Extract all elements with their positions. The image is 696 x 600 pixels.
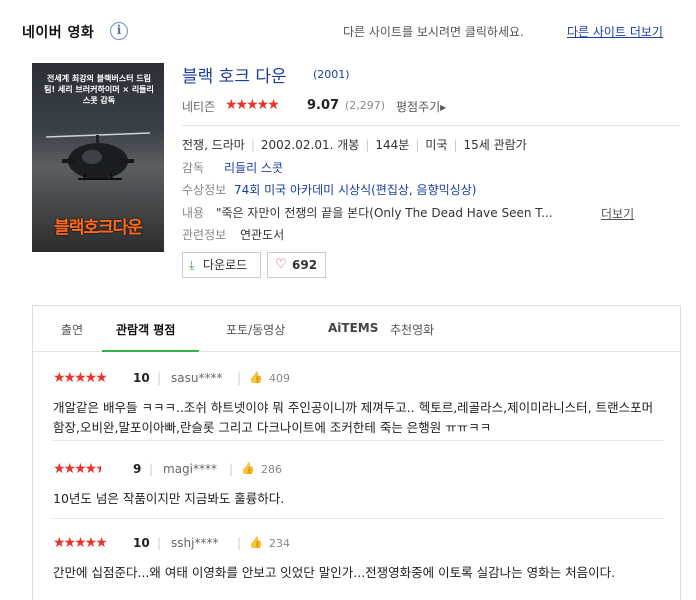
- review-text: 개알같은 배우들 ㅋㅋㅋ..조쉬 하트넷이야 뭐 주인공이니까 제껴두고.. 헥…: [53, 400, 654, 435]
- poster-title: 블랙호크다운: [54, 218, 143, 238]
- like-count: 692: [292, 258, 318, 272]
- netizen-rating-row: 네티즌 ★★★★★ 9.07 (2,297) 평점주기▸: [182, 97, 682, 115]
- movie-title[interactable]: 블랙 호크 다운: [182, 62, 287, 87]
- review-user[interactable]: sasu****: [171, 371, 222, 385]
- tab-audience-reviews[interactable]: 관람객 평점: [116, 321, 175, 338]
- review-divider: [53, 518, 663, 519]
- download-button[interactable]: ⤓ 다운로드: [182, 252, 261, 278]
- related-link[interactable]: 연관도서: [240, 228, 284, 242]
- country[interactable]: 미국: [425, 138, 447, 152]
- review-text: 10년도 넘은 작품이지만 지금봐도 훌륭하다.: [53, 491, 285, 506]
- tab-photo-video[interactable]: 포토/동영상: [226, 321, 285, 338]
- poster-tagline: 전세계 최강의 블랙버스터 드림팀! 세리 브러커하이머 × 리들리 스콧 감독: [44, 74, 154, 105]
- release-date[interactable]: 2002.02.01. 개봉: [261, 138, 359, 152]
- related-label: 관련정보: [182, 228, 227, 242]
- tab-cast[interactable]: 출연: [61, 321, 83, 338]
- director-line: 감독 리들리 스콧: [182, 159, 283, 176]
- rating-stars-icon: ★★★★★: [225, 97, 280, 113]
- review-score: 10: [133, 536, 150, 550]
- movie-year: (2001): [313, 68, 350, 81]
- heart-icon: ♡: [275, 257, 287, 272]
- tab-aitems-logo[interactable]: AiTEMS: [328, 321, 378, 335]
- review-like-count: 286: [261, 463, 282, 476]
- thumbs-up-icon[interactable]: 👍: [249, 371, 263, 384]
- rating-count: (2,297): [345, 99, 386, 112]
- content-summary: "죽은 자만이 전쟁의 끝을 본다(Only The Dead Have See…: [216, 206, 553, 220]
- review-stars-icon: ★★★★★: [53, 370, 108, 386]
- review-divider: [53, 440, 663, 441]
- helicopter-image-icon: [45, 132, 151, 180]
- review-score: 9: [133, 462, 142, 476]
- thumbs-up-icon[interactable]: 👍: [241, 462, 255, 475]
- review-panel: 출연 관람객 평점 포토/동영상 AiTEMS 추천영화 ★★★★★ 10 | …: [32, 305, 681, 600]
- info-icon[interactable]: i: [110, 22, 128, 40]
- review-like-count: 234: [269, 537, 290, 550]
- divider: [182, 125, 680, 126]
- director-link[interactable]: 리들리 스콧: [224, 161, 283, 175]
- review-like-count: 409: [269, 372, 290, 385]
- review-user[interactable]: magi****: [163, 462, 217, 476]
- review-stars-icon: ★★★★★: [53, 535, 108, 551]
- like-button[interactable]: ♡ 692: [267, 252, 326, 278]
- download-icon: ⤓: [189, 258, 195, 272]
- rate-button[interactable]: 평점주기▸: [396, 98, 446, 115]
- review-stars-icon: ★★★★★: [53, 461, 101, 477]
- genre[interactable]: 전쟁, 드라마: [182, 138, 245, 152]
- content-line: 내용 "죽은 자만이 전쟁의 끝을 본다(Only The Dead Have S…: [182, 204, 553, 221]
- thumbs-up-icon[interactable]: 👍: [249, 536, 263, 549]
- related-line: 관련정보 연관도서: [182, 226, 284, 243]
- age-rating: 15세 관람가: [463, 138, 527, 152]
- netizen-label: 네티즌: [182, 100, 216, 114]
- review-text: 간만에 십점준다...왜 여태 이영화를 안보고 잇었단 말인가...전쟁영화중…: [53, 565, 616, 580]
- active-tab-indicator: [102, 350, 199, 352]
- tab-bar: 출연 관람객 평점 포토/동영상 AiTEMS 추천영화: [33, 306, 680, 352]
- top-bar: 네이버 영화 i 다른 사이트를 보시려면 클릭하세요. 다른 사이트 더보기: [0, 0, 696, 56]
- movie-poster[interactable]: 전세계 최강의 블랙버스터 드림팀! 세리 브러커하이머 × 리들리 스콧 감독…: [32, 63, 164, 252]
- award-line: 수상정보 74회 미국 아카데미 시상식(편집상, 음향믹싱상): [182, 181, 476, 198]
- content-label: 내용: [182, 206, 205, 220]
- other-site-message: 다른 사이트를 보시려면 클릭하세요.: [343, 25, 524, 39]
- tab-recommended[interactable]: 추천영화: [390, 321, 434, 338]
- brand-title[interactable]: 네이버 영화: [22, 22, 94, 42]
- runtime: 144분: [375, 138, 410, 152]
- download-label: 다운로드: [203, 258, 248, 272]
- director-label: 감독: [182, 161, 205, 175]
- review-user[interactable]: sshj****: [171, 536, 218, 550]
- basic-info-line: 전쟁, 드라마 | 2002.02.01. 개봉 | 144분 | 미국 | 15세 관람가: [182, 138, 527, 152]
- award-link[interactable]: 74회 미국 아카데미 시상식(편집상, 음향믹싱상): [234, 183, 476, 197]
- more-link[interactable]: 더보기: [601, 205, 634, 222]
- rating-score: 9.07: [307, 98, 340, 113]
- review-score: 10: [133, 371, 150, 385]
- other-site-link[interactable]: 다른 사이트 더보기: [567, 23, 663, 40]
- award-label: 수상정보: [182, 183, 227, 197]
